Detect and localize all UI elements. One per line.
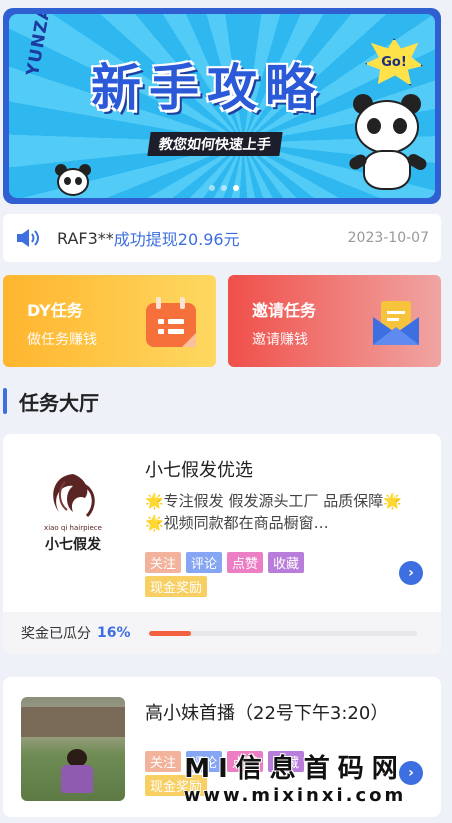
carousel-dot-active[interactable] (233, 185, 239, 191)
carousel-dot[interactable] (221, 185, 227, 191)
shop-name: 高小妹首播（22号下午3:20） (145, 703, 389, 724)
carousel-dot[interactable] (209, 185, 215, 191)
shop-logo: xiao qi hairpiece 小七假发 (21, 454, 125, 558)
tag-follow: 关注 (145, 552, 182, 573)
progress-percent: 16% (97, 625, 131, 641)
tag-like: 点赞 (227, 552, 264, 573)
carousel-indicators (209, 185, 239, 191)
banner-carousel[interactable]: YUNZAN 新手攻略 Go! 教您如何快速上手 (3, 8, 441, 204)
task-tags: 关注 评论 点赞 收藏 现金奖励 (145, 751, 355, 796)
notice-user: RAF3** (57, 228, 114, 248)
task-tags: 关注 评论 点赞 收藏 现金奖励 (145, 552, 355, 597)
chevron-right-icon[interactable]: › (399, 561, 423, 585)
go-badge: Go! (365, 38, 423, 86)
child-body-shape (61, 765, 93, 793)
dy-task-card[interactable]: DY任务 做任务赚钱 (3, 275, 216, 367)
banner-subtitle: 教您如何快速上手 (147, 132, 283, 156)
shop-logo-subtitle: xiao qi hairpiece (44, 524, 102, 532)
panda-small-illustration (53, 164, 93, 198)
tag-favorite: 收藏 (268, 552, 305, 573)
banner-title: 新手攻略 (91, 59, 323, 117)
tag-like: 点赞 (227, 751, 264, 772)
envelope-icon (373, 301, 419, 345)
progress-track (148, 630, 417, 636)
shop-description: 🌟专注假发 假发源头工厂 品质保障🌟 🌟视频同款都在商品橱窗… (145, 492, 402, 532)
progress-fill (148, 630, 192, 636)
banner-slide[interactable]: YUNZAN 新手攻略 Go! 教您如何快速上手 (9, 14, 435, 198)
tag-comment: 评论 (186, 751, 223, 772)
progress-label: 奖金已瓜分 (21, 626, 91, 642)
tag-cash-reward: 现金奖励 (145, 576, 208, 597)
speaker-icon (17, 229, 39, 247)
chevron-right-icon[interactable]: › (399, 761, 423, 785)
invite-task-card[interactable]: 邀请任务 邀请赚钱 (228, 275, 441, 367)
task-list-item[interactable]: xiao qi hairpiece 小七假发 小七假发优选 🌟专注假发 假发源头… (3, 434, 441, 654)
tag-cash-reward: 现金奖励 (145, 775, 208, 796)
reward-progress: 奖金已瓜分 16% (3, 612, 441, 654)
tag-follow: 关注 (145, 751, 182, 772)
task-list-item[interactable]: 高小妹首播（22号下午3:20） 关注 评论 点赞 收藏 现金奖励 › (3, 677, 441, 817)
panda-large-illustration (347, 94, 429, 194)
section-title: 任务大厅 (19, 390, 99, 415)
shop-name: 小七假发优选 (145, 460, 253, 481)
roof-shape (21, 707, 125, 737)
shop-photo (21, 697, 125, 801)
notice-date: 2023-10-07 (347, 230, 429, 246)
calendar-icon (146, 297, 196, 347)
tag-favorite: 收藏 (268, 751, 305, 772)
section-header: 任务大厅 (3, 388, 99, 415)
section-accent-bar (3, 388, 7, 414)
withdraw-notice-bar: RAF3** 成功提现20.96元 2023-10-07 (3, 214, 441, 262)
tag-comment: 评论 (186, 552, 223, 573)
banner-brand: YUNZAN (23, 14, 58, 78)
notice-message: 成功提现20.96元 (113, 230, 240, 249)
shop-logo-text: 小七假发 (45, 537, 101, 553)
